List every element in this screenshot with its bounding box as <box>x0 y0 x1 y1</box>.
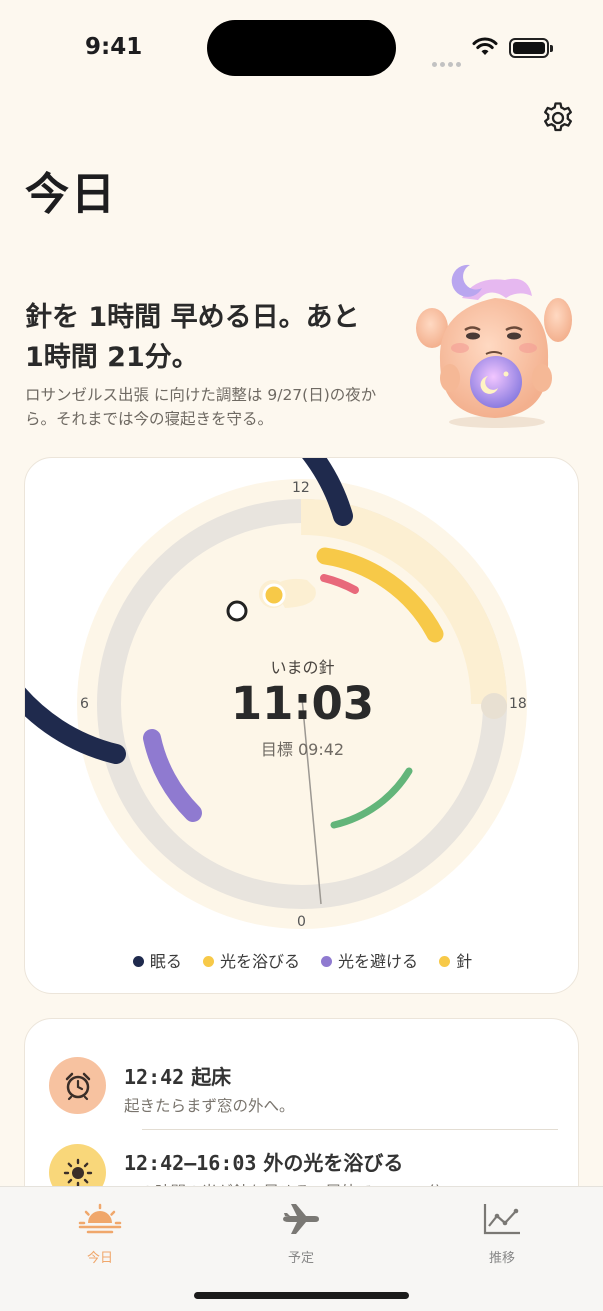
wifi-icon <box>472 37 498 55</box>
tab-label: 推移 <box>488 1251 515 1266</box>
tab-today[interactable]: 今日 <box>40 1199 160 1266</box>
target-time: 目標 09:42 <box>260 740 345 759</box>
legend-item-sleep: 眠る <box>132 948 182 972</box>
cellular-signal-icon <box>432 52 464 71</box>
legend-item-needle: 針 <box>439 948 472 972</box>
clock-card: 12 18 0 6 いまの針 11:03 目標 09:42 眠る 光を浴びる 光… <box>24 457 579 994</box>
center-caption: いまの針 <box>270 658 335 677</box>
center-time: 11:03 <box>230 677 375 730</box>
schedule-item-subtitle: 起きたらまず窓の外へ。 <box>124 1097 295 1115</box>
hour-label-0: 0 <box>297 914 306 930</box>
target-needle-marker[interactable] <box>262 583 286 607</box>
page-title: 今日 <box>25 169 117 220</box>
sunrise-icon <box>40 1199 160 1239</box>
hour-label-12: 12 <box>292 480 310 496</box>
line-chart-icon <box>442 1199 562 1239</box>
summary-subtext: ロサンゼルス出張 に向けた調整は 9/27(日)の夜から。それまでは今の寝起きを… <box>25 386 377 428</box>
dynamic-island <box>207 20 396 76</box>
tab-label: 今日 <box>86 1251 113 1266</box>
legend-item-avoid-light: 光を避ける <box>321 948 418 972</box>
status-bar: 9:41 <box>0 0 603 96</box>
schedule-item-title: 12:42 起床 <box>124 1065 232 1089</box>
current-needle-marker[interactable] <box>226 600 248 622</box>
airplane-icon <box>241 1199 361 1239</box>
summary-headline: 針を 1時間 早める日。あと 1時間 21分。 <box>25 302 360 373</box>
mascot-character-image <box>416 264 572 428</box>
battery-icon <box>509 38 553 58</box>
alarm-clock-icon <box>49 1057 106 1114</box>
schedule-item-title: 12:42–16:03 外の光を浴びる <box>124 1151 404 1175</box>
home-indicator[interactable] <box>194 1292 409 1299</box>
tab-label: 予定 <box>287 1251 314 1266</box>
gear-icon[interactable] <box>540 100 576 136</box>
tab-schedule[interactable]: 予定 <box>241 1199 361 1266</box>
clock-legend: 眠る 光を浴びる 光を避ける 針 <box>25 948 580 972</box>
status-time: 9:41 <box>85 34 143 60</box>
schedule-item[interactable]: 12:42 起床 起きたらまず窓の外へ。 <box>25 1019 578 1129</box>
legend-item-light: 光を浴びる <box>202 948 300 972</box>
tab-trends[interactable]: 推移 <box>442 1199 562 1266</box>
